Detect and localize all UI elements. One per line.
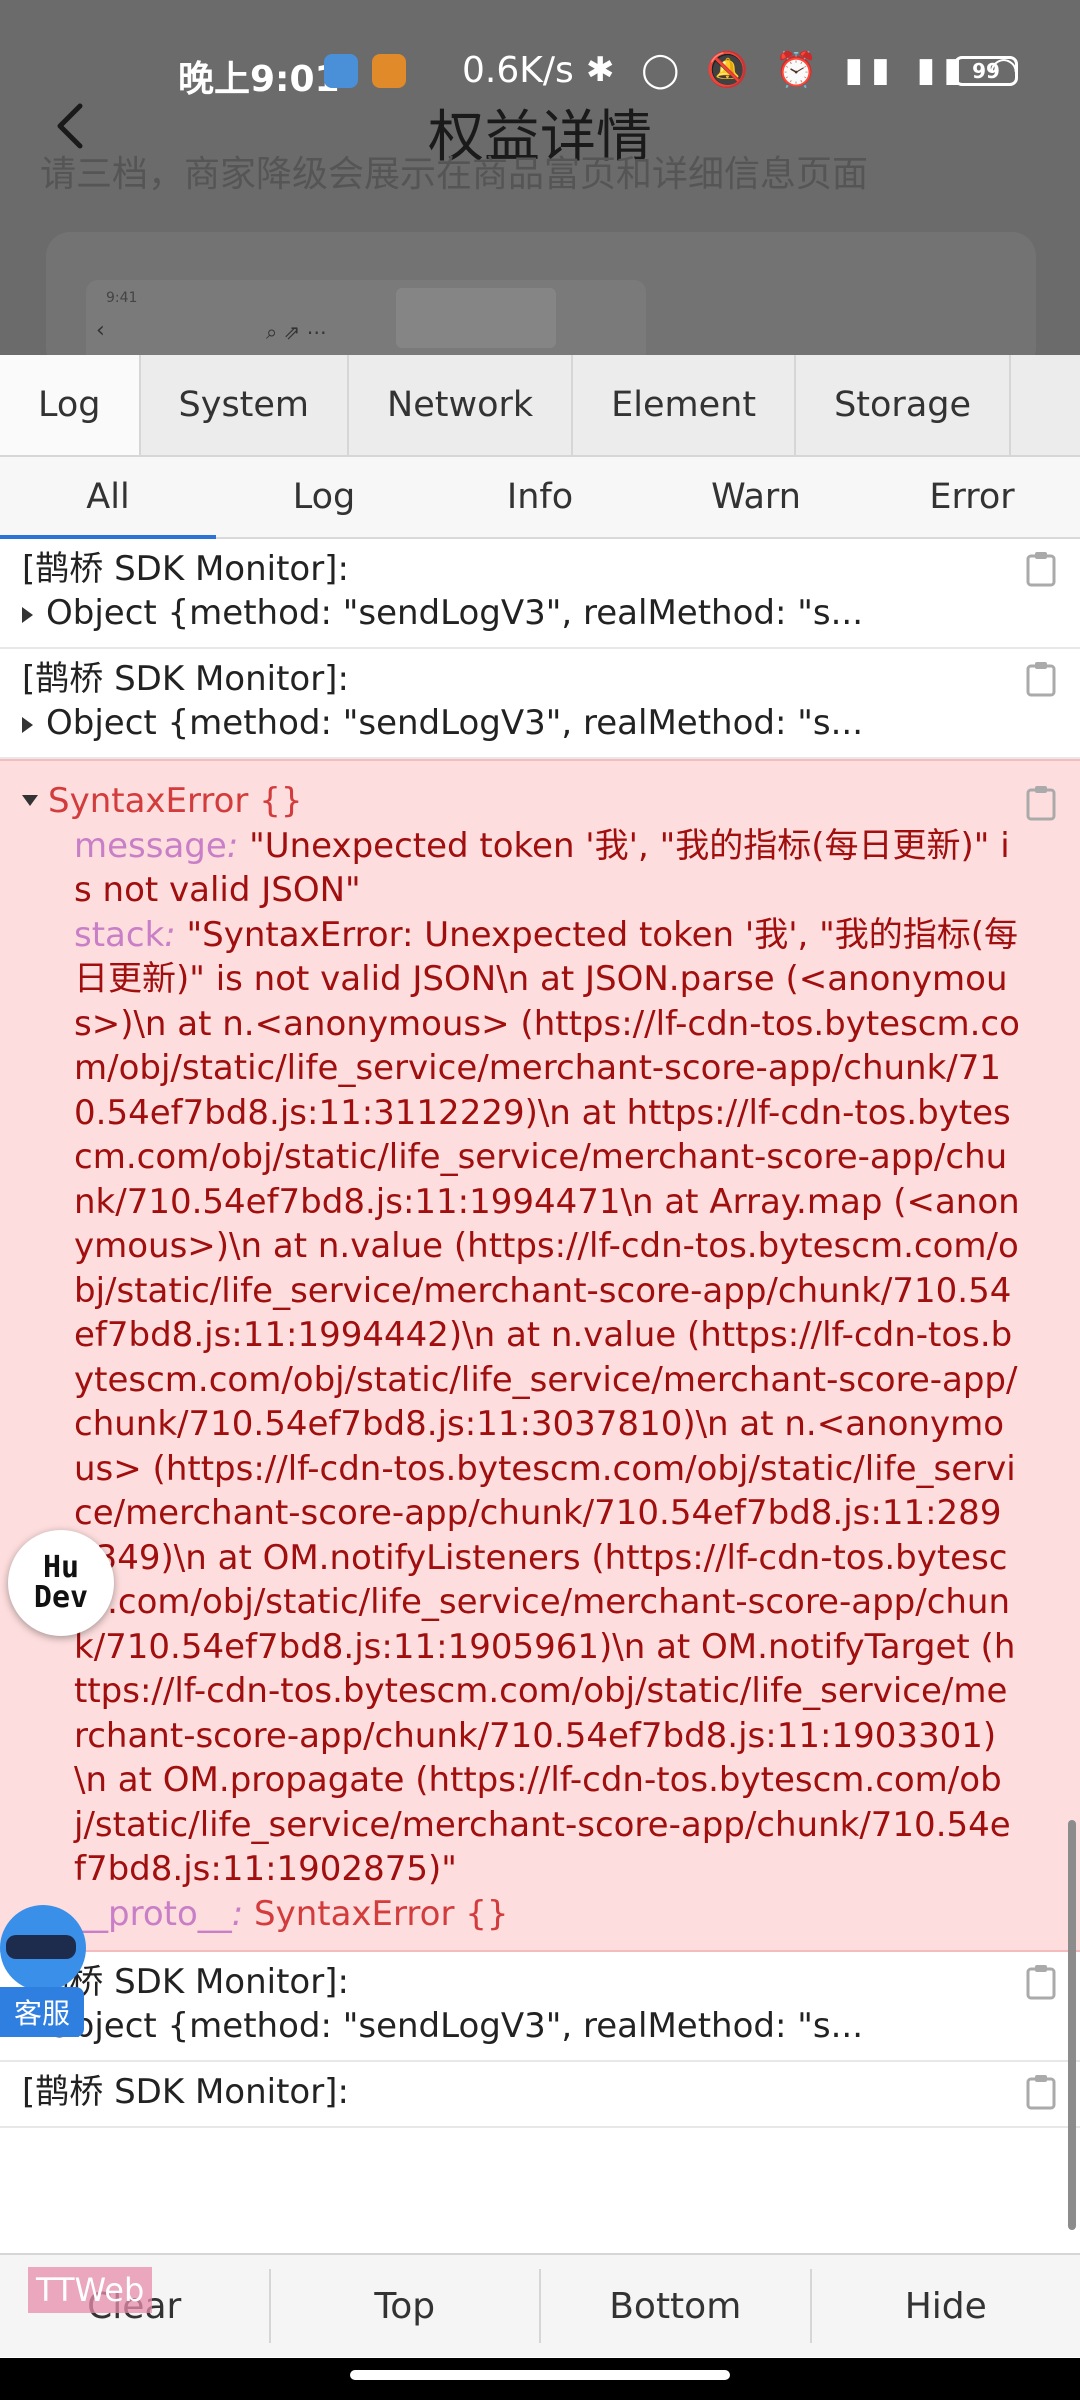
filter-info[interactable]: Info <box>432 457 648 537</box>
network-speed: 0.6K/s <box>462 50 574 91</box>
background-phone-preview: 9:41 ‹ ⌕ ⇗ ⋯ <box>86 280 646 355</box>
customer-service-label: 客服 <box>0 1987 84 2037</box>
filter-warn[interactable]: Warn <box>648 457 864 537</box>
proto-value: SyntaxError {} <box>254 1893 509 1934</box>
log-object-text: Object {method: "sendLogV3", realMethod:… <box>46 2006 863 2046</box>
log-header: [鹊桥 SDK Monitor]: <box>22 2072 349 2112</box>
preview-back-icon: ‹ <box>96 318 105 343</box>
log-object[interactable]: Object {method: "sendLogV3", realMethod:… <box>22 591 990 635</box>
log-entry: [鹊桥 SDK Monitor]: <box>0 2062 1080 2128</box>
console-filter-tabs: All Log Info Warn Error <box>0 457 1080 539</box>
debug-console: Log System Network Element Storage All L… <box>0 355 1080 2400</box>
error-title: SyntaxError {} <box>48 781 303 821</box>
notification-app-icon <box>372 54 406 88</box>
app-background: 晚上9:01 0.6K/s ✱ ◯ 🔕 ⏰ ▮▮ ▮▮ ◠ 99 权益详情 请三… <box>0 0 1080 355</box>
error-stack-key: stack <box>74 914 165 955</box>
tab-network[interactable]: Network <box>349 355 574 455</box>
home-indicator[interactable] <box>350 2370 730 2380</box>
ttweb-badge: TTWeb <box>28 2267 153 2313</box>
log-entry: [鹊桥 SDK Monitor]: Object {method: "sendL… <box>0 649 1080 759</box>
expand-triangle-icon[interactable] <box>22 607 33 623</box>
notification-app-icon <box>324 54 358 88</box>
copy-icon[interactable] <box>1026 2074 1056 2110</box>
error-header[interactable]: SyntaxError {} <box>22 779 1020 824</box>
filter-error[interactable]: Error <box>864 457 1080 537</box>
background-text: 请三档，商家降级会展示在商品富页和详细信息页面 <box>40 154 869 195</box>
log-header: [鹊桥 SDK Monitor]: <box>22 549 349 589</box>
expand-triangle-icon[interactable] <box>22 717 33 733</box>
log-list[interactable]: [鹊桥 SDK Monitor]: Object {method: "sendL… <box>0 539 1080 2253</box>
copy-icon[interactable] <box>1026 661 1056 697</box>
log-object-text: Object {method: "sendLogV3", realMethod:… <box>46 593 863 633</box>
console-bottom-bar: Clear Top Bottom Hide <box>0 2253 1080 2357</box>
filter-log[interactable]: Log <box>216 457 432 537</box>
log-header: [鹊桥 SDK Monitor]: <box>22 659 349 699</box>
tab-storage[interactable]: Storage <box>796 355 1012 455</box>
log-object-text: Object {method: "sendLogV3", realMethod:… <box>46 703 863 743</box>
tab-log[interactable]: Log <box>0 355 141 455</box>
log-entry: [鹊桥 SDK Monitor]: Object {method: "sendL… <box>0 539 1080 649</box>
customer-service-widget[interactable]: 客服 <box>0 1895 86 2045</box>
preview-block <box>396 288 556 348</box>
preview-time: 9:41 <box>106 290 138 306</box>
navigation-bar <box>0 2358 1080 2400</box>
copy-icon[interactable] <box>1026 551 1056 587</box>
proto-key: __proto__ <box>74 1893 232 1934</box>
bottom-button[interactable]: Bottom <box>541 2269 812 2343</box>
error-message-key: message <box>74 825 227 866</box>
hudev-float-button[interactable]: Hu Dev <box>8 1530 114 1636</box>
log-object[interactable]: Object {method: "sendLogV3", realMethod:… <box>22 2004 990 2048</box>
tab-system[interactable]: System <box>141 355 350 455</box>
robot-visor <box>6 1935 76 1959</box>
console-main-tabs: Log System Network Element Storage <box>0 355 1080 457</box>
error-proto[interactable]: __proto__: SyntaxError {} <box>22 1892 1020 1937</box>
hide-button[interactable]: Hide <box>812 2269 1080 2343</box>
top-button[interactable]: Top <box>271 2269 541 2343</box>
error-message: message: "Unexpected token '我', "我的指标(每日… <box>74 825 1010 911</box>
log-scrollbar[interactable] <box>1068 1820 1076 2230</box>
tab-element[interactable]: Element <box>573 355 797 455</box>
log-entry: [鹊桥 SDK Monitor]: Object {method: "sendL… <box>0 1952 1080 2062</box>
filter-all[interactable]: All <box>0 457 216 539</box>
collapse-triangle-icon[interactable] <box>22 795 38 806</box>
battery-icon: 99 <box>954 56 1018 86</box>
error-stack: stack: "SyntaxError: Unexpected token '我… <box>74 914 1020 1890</box>
preview-icons: ⌕ ⇗ ⋯ <box>266 320 327 344</box>
error-stack-value: "SyntaxError: Unexpected token '我', "我的指… <box>74 914 1020 1890</box>
hudev-label-bottom: Dev <box>33 1580 89 1615</box>
copy-icon[interactable] <box>1026 1964 1056 2000</box>
hudev-label-top: Hu <box>42 1550 80 1585</box>
log-object[interactable]: Object {method: "sendLogV3", realMethod:… <box>22 701 990 745</box>
copy-icon[interactable] <box>1026 785 1056 821</box>
log-entry-error: SyntaxError {} message: "Unexpected toke… <box>0 759 1080 1952</box>
log-header: [鹊桥 SDK Monitor]: <box>22 1962 349 2002</box>
